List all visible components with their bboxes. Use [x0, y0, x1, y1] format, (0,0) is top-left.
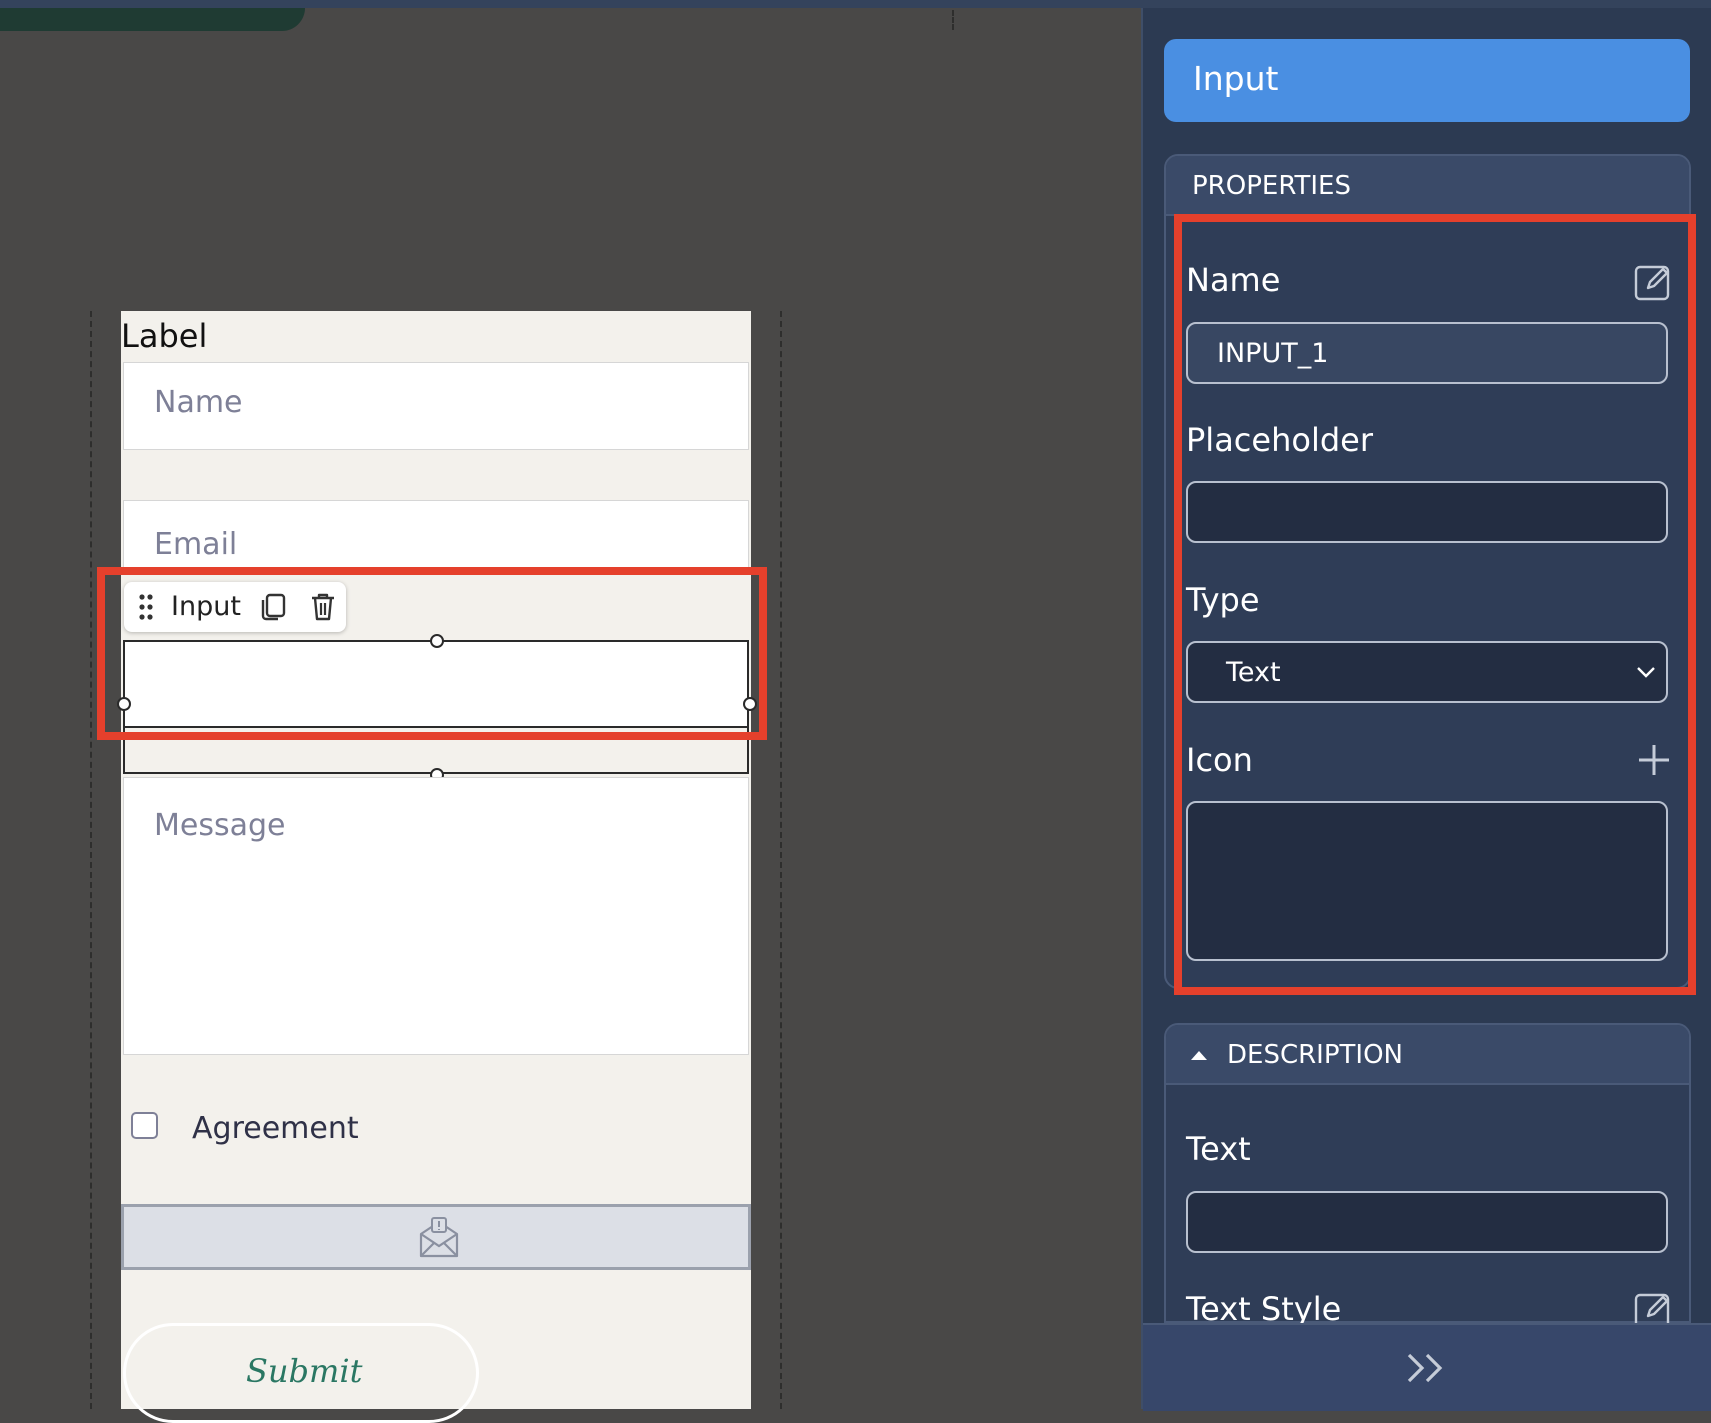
panel-title: Input — [1193, 59, 1279, 98]
agreement-label: Agreement — [192, 1111, 359, 1146]
highlight-selected-input — [97, 567, 767, 740]
description-header[interactable]: DESCRIPTION — [1166, 1025, 1689, 1085]
agreement-checkbox[interactable] — [131, 1112, 158, 1139]
description-section: DESCRIPTION Text Text Style — [1164, 1023, 1691, 1329]
email-input[interactable]: Email — [123, 500, 749, 570]
double-chevron-right-icon[interactable] — [1405, 1351, 1449, 1385]
canvas-header-shape — [0, 8, 305, 31]
guide-line-top — [952, 10, 954, 30]
caret-up-icon — [1191, 1051, 1207, 1060]
name-placeholder: Name — [154, 385, 243, 420]
description-header-label: DESCRIPTION — [1227, 1040, 1403, 1070]
submit-button[interactable]: Submit — [123, 1323, 479, 1423]
highlight-properties — [1174, 214, 1696, 995]
properties-header[interactable]: PROPERTIES — [1166, 156, 1689, 216]
properties-panel: Input PROPERTIES Name INPUT_1 Placeholde… — [1141, 8, 1711, 1411]
guide-line-left — [90, 311, 92, 1409]
form-label: Label — [121, 317, 208, 355]
message-placeholder: Message — [154, 808, 286, 843]
form-canvas[interactable]: Label Name Email Input Message Agreement — [117, 311, 757, 1423]
properties-header-label: PROPERTIES — [1192, 171, 1351, 201]
name-input[interactable]: Name — [123, 362, 749, 450]
guide-line-right — [780, 311, 782, 1409]
submit-label: Submit — [246, 1352, 363, 1390]
image-placeholder-block[interactable] — [121, 1204, 751, 1270]
panel-footer — [1143, 1323, 1711, 1411]
message-textarea[interactable]: Message — [123, 777, 749, 1055]
text-prop-label: Text — [1186, 1130, 1251, 1168]
panel-title-bar: Input — [1164, 39, 1690, 122]
envelope-icon — [419, 1217, 459, 1258]
email-placeholder: Email — [154, 527, 238, 562]
text-prop-input[interactable] — [1186, 1191, 1668, 1253]
top-bar — [0, 0, 1711, 8]
